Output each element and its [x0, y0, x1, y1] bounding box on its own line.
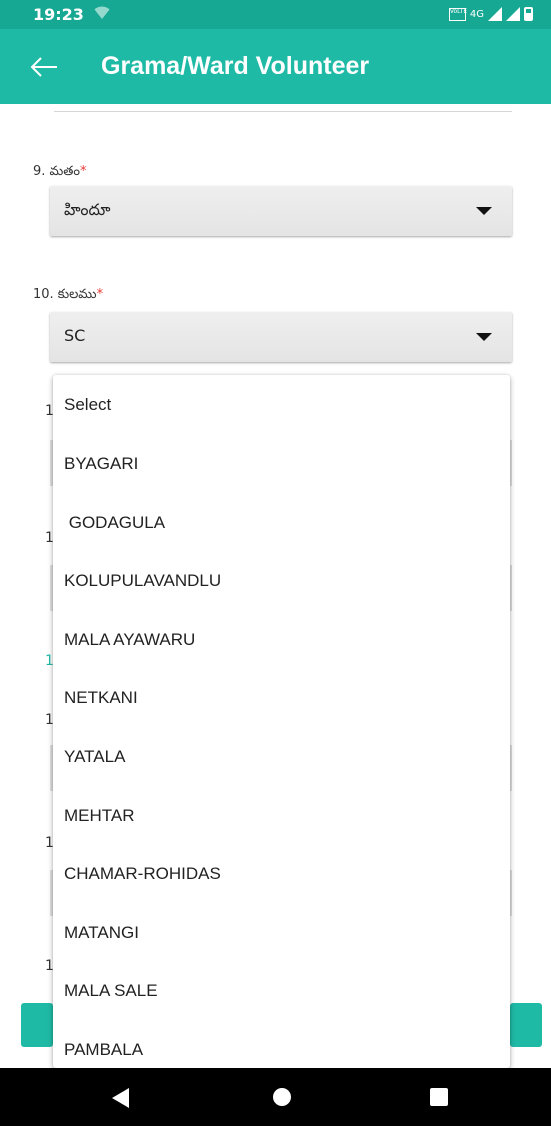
required-mark: * — [96, 287, 104, 302]
status-bar: 19:23 VoLTE 4G — [0, 0, 551, 29]
system-nav-bar — [0, 1068, 551, 1126]
religion-label-text: 9. మతం — [33, 164, 80, 179]
dropdown-option[interactable]: BYAGARI — [53, 435, 510, 494]
religion-select[interactable]: హిందూ — [50, 186, 512, 236]
signal-icon — [506, 7, 520, 21]
submit-button-edge[interactable] — [21, 1003, 53, 1047]
home-circle-icon[interactable] — [273, 1088, 291, 1106]
signal-icon — [488, 7, 502, 21]
wifi-icon — [94, 6, 110, 19]
dropdown-option[interactable]: YATALA — [53, 728, 510, 787]
dropdown-option[interactable]: Select — [53, 375, 510, 435]
required-mark: * — [80, 164, 87, 179]
dropdown-option[interactable]: GODAGULA — [53, 494, 510, 553]
dropdown-option[interactable]: MALA AYAWARU — [53, 611, 510, 670]
dropdown-option[interactable]: MEHTAR — [53, 787, 510, 846]
status-time: 19:23 — [33, 5, 84, 24]
caret-down-icon — [476, 333, 492, 341]
religion-select-value: హిందూ — [64, 200, 111, 219]
divider — [54, 111, 512, 112]
dropdown-option[interactable]: MATANGI — [53, 904, 510, 963]
arrow-left-icon[interactable] — [30, 56, 58, 78]
caste-dropdown-list[interactable]: Select BYAGARI GODAGULA KOLUPULAVANDLU M… — [53, 375, 510, 1068]
caste-select[interactable]: SC — [50, 312, 512, 362]
app-title: Grama/Ward Volunteer — [101, 52, 370, 80]
religion-label: 9. మతం* — [33, 164, 87, 182]
dropdown-option[interactable]: CHAMAR-ROHIDAS — [53, 845, 510, 904]
caste-label: 10. కులము* — [33, 287, 103, 305]
back-triangle-icon[interactable] — [112, 1088, 129, 1108]
status-icons: VoLTE 4G — [448, 6, 533, 22]
dropdown-option[interactable]: PAMBALA — [53, 1021, 510, 1068]
network-type: 4G — [469, 8, 484, 20]
dropdown-option[interactable]: KOLUPULAVANDLU — [53, 552, 510, 611]
battery-icon — [524, 7, 533, 21]
dropdown-option[interactable]: MALA SALE — [53, 962, 510, 1021]
volte-icon: VoLTE — [448, 7, 467, 21]
caste-select-value: SC — [64, 326, 86, 345]
dropdown-option[interactable]: NETKANI — [53, 669, 510, 728]
caste-label-text: 10. కులము — [33, 287, 97, 302]
caret-down-icon — [476, 207, 492, 215]
recents-square-icon[interactable] — [430, 1088, 448, 1106]
app-bar: Grama/Ward Volunteer — [0, 29, 551, 104]
submit-button-edge[interactable] — [510, 1003, 542, 1047]
